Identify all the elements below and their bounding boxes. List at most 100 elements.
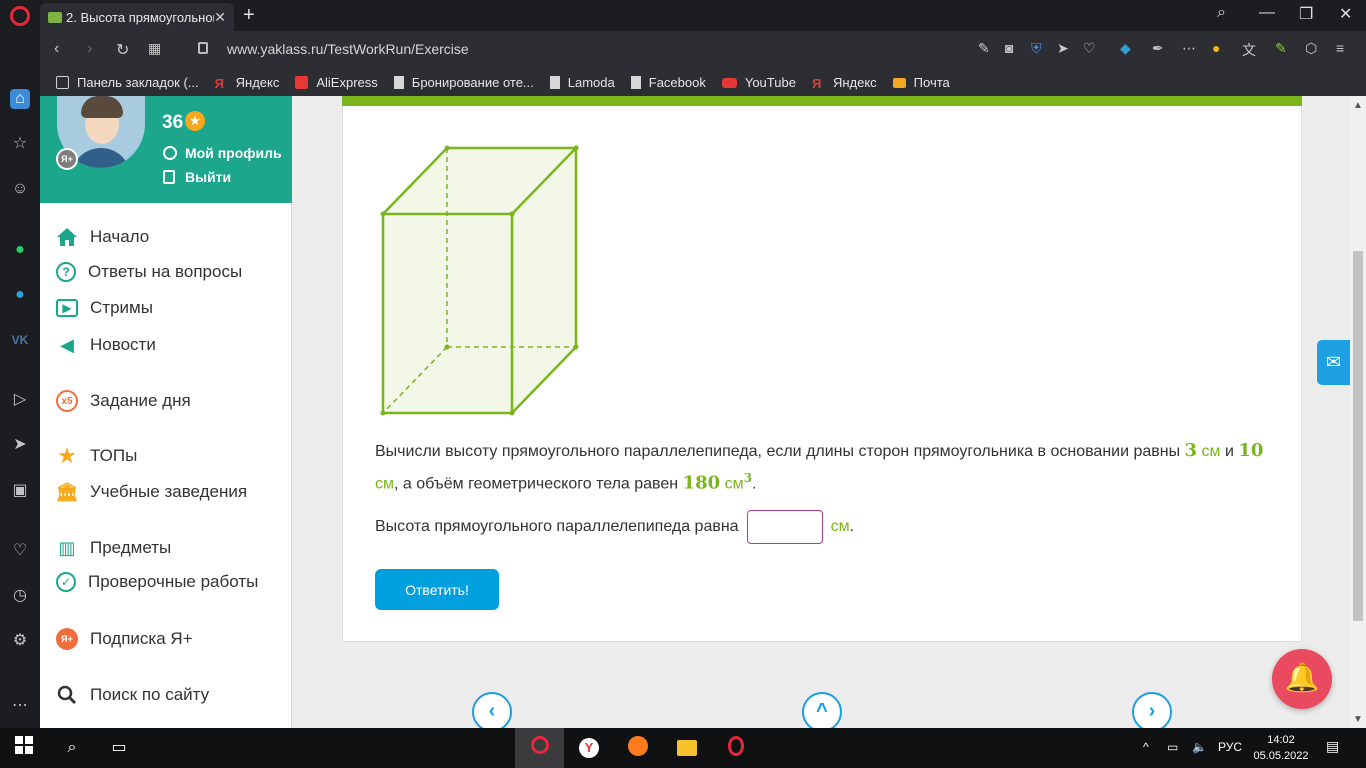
search-tabs-icon[interactable]: ⌕: [1217, 4, 1226, 22]
coin-icon[interactable]: ●: [1212, 40, 1220, 56]
vk-icon[interactable]: VK: [10, 330, 30, 350]
new-tab-icon[interactable]: +: [243, 4, 255, 27]
more-icon[interactable]: ⋯: [10, 696, 30, 716]
cube-icon[interactable]: ⬡: [1305, 40, 1317, 57]
next-exercise-button[interactable]: ›: [1132, 692, 1172, 728]
value-b: 10: [1238, 440, 1264, 461]
star-icon[interactable]: ☆: [10, 134, 30, 154]
forward-icon[interactable]: ›: [87, 40, 92, 58]
scroll-down-icon[interactable]: ▼: [1353, 714, 1363, 725]
send-icon[interactable]: ➤: [10, 435, 30, 455]
menu-item-subscription[interactable]: Я+ Подписка Я+: [56, 628, 193, 650]
menu-item-home[interactable]: Начало: [56, 226, 149, 248]
url-field[interactable]: www.yaklass.ru/TestWorkRun/Exercise: [227, 41, 469, 57]
opera-app-icon[interactable]: [528, 736, 552, 760]
opera-logo-icon[interactable]: [10, 6, 30, 26]
whatsapp-icon[interactable]: ●: [10, 240, 30, 260]
answer-input[interactable]: [746, 510, 823, 544]
close-window-icon[interactable]: ✕: [1339, 4, 1352, 24]
bookmark-item[interactable]: YouTube: [721, 75, 796, 90]
camera-icon[interactable]: ◙: [1005, 40, 1013, 56]
bookmark-item[interactable]: Lamoda: [549, 75, 615, 90]
more-icon[interactable]: ⋯: [1182, 40, 1196, 57]
bookmark-item[interactable]: Бронирование оте...: [393, 75, 534, 90]
bookmarks-bar: Панель закладок (... Я Яндекс AliExpress …: [40, 69, 1366, 96]
network-icon[interactable]: ▭: [1167, 740, 1178, 754]
task-view-icon[interactable]: ▭: [107, 736, 131, 760]
mail-button[interactable]: ✉: [1317, 340, 1350, 385]
ya-plus-badge: Я+: [56, 148, 78, 170]
edit-icon[interactable]: ✎: [978, 40, 990, 57]
gear-icon[interactable]: ⚙: [10, 631, 30, 651]
menu-item-schools[interactable]: 🏛 Учебные заведения: [56, 481, 248, 503]
answer-unit: см: [830, 518, 850, 535]
heart-icon[interactable]: ♡: [10, 541, 30, 561]
menu-lines-icon[interactable]: ≡: [1336, 40, 1344, 56]
menu-item-tests[interactable]: ✓ Проверочные работы: [56, 572, 258, 592]
translate-icon[interactable]: 文: [1242, 40, 1256, 60]
book-icon: ▥: [58, 537, 76, 558]
extension-icon[interactable]: ◆: [1120, 40, 1131, 57]
book-favicon-icon: [48, 11, 62, 23]
home-icon[interactable]: ⌂: [10, 89, 30, 109]
notifications-bell-button[interactable]: 🔔: [1272, 649, 1332, 709]
bookmark-item[interactable]: AliExpress: [295, 75, 378, 90]
submit-button[interactable]: Ответить!: [375, 569, 499, 610]
exercise-card: Вычисли высоту прямоугольного параллелеп…: [342, 96, 1302, 642]
close-tab-icon[interactable]: ✕: [214, 9, 226, 26]
telegram-icon[interactable]: ●: [10, 285, 30, 305]
home-icon: [56, 226, 78, 248]
logout-link[interactable]: Выйти: [163, 169, 231, 185]
reload-icon[interactable]: ↻: [116, 40, 129, 60]
door-icon: [163, 170, 175, 184]
restore-icon[interactable]: ❐: [1299, 4, 1313, 24]
file-explorer-icon[interactable]: [675, 736, 699, 760]
tray-chevron-icon[interactable]: ^: [1143, 740, 1149, 754]
minimize-icon[interactable]: —: [1259, 4, 1275, 22]
history-icon[interactable]: ◷: [10, 586, 30, 606]
bookmark-item[interactable]: Панель закладок (...: [56, 75, 199, 90]
bookmark-item[interactable]: Почта: [892, 75, 950, 90]
player-icon[interactable]: ▷: [10, 390, 30, 410]
bookmark-item[interactable]: Facebook: [630, 75, 706, 90]
menu-item-news[interactable]: ◀ Новости: [56, 334, 156, 356]
pen-icon[interactable]: ✒: [1152, 40, 1164, 57]
menu-item-tops[interactable]: ★ ТОПы: [56, 443, 137, 468]
yandex-browser-icon[interactable]: Y: [577, 736, 601, 760]
back-icon[interactable]: ‹: [54, 40, 59, 58]
menu-item-search[interactable]: Поиск по сайту: [56, 684, 209, 706]
prev-exercise-button[interactable]: ‹: [472, 692, 512, 728]
windows-start-icon[interactable]: [12, 736, 36, 760]
opera-gx-icon[interactable]: [724, 736, 748, 760]
page-icon: [549, 76, 560, 89]
my-profile-link[interactable]: Мой профиль: [163, 145, 282, 161]
page-scrollbar[interactable]: ▲ ▼: [1350, 96, 1366, 728]
bookmark-item[interactable]: Я Яндекс: [215, 75, 280, 91]
address-bar: ‹ › ↻ ▦ www.yaklass.ru/TestWorkRun/Exerc…: [40, 31, 1366, 69]
clock[interactable]: 14:02 05.05.2022: [1253, 732, 1309, 764]
browser-tab[interactable]: 2. Высота прямоугольного ✕: [40, 3, 234, 31]
scroll-up-icon[interactable]: ▲: [1353, 100, 1363, 111]
bookmark-item[interactable]: Я Яндекс: [812, 75, 877, 91]
menu-item-subjects[interactable]: ▥ Предметы: [56, 537, 171, 559]
heart-icon[interactable]: ♡: [1083, 40, 1096, 57]
volume-icon[interactable]: 🔈: [1192, 740, 1207, 754]
wallet-icon[interactable]: ▣: [10, 481, 30, 501]
brush-icon[interactable]: ✎: [1275, 40, 1287, 57]
megaphone-icon: ◀: [60, 334, 74, 355]
smile-icon[interactable]: ☺: [10, 179, 30, 199]
menu-item-answers[interactable]: ? Ответы на вопросы: [56, 262, 242, 282]
send-icon[interactable]: ➤: [1057, 40, 1069, 57]
up-button[interactable]: ^: [802, 692, 842, 728]
shield-icon[interactable]: ⛨: [1031, 40, 1042, 57]
menu-item-task-of-day[interactable]: x5 Задание дня: [56, 390, 191, 412]
notifications-icon[interactable]: ▤: [1326, 738, 1339, 755]
firefox-icon[interactable]: [626, 736, 650, 760]
menu-item-streams[interactable]: ▶ Стримы: [56, 298, 153, 318]
language-indicator[interactable]: РУС: [1218, 740, 1242, 754]
answer-label: Высота прямоугольного параллелепипеда ра…: [375, 518, 739, 535]
scrollbar-thumb[interactable]: [1353, 251, 1363, 621]
search-icon[interactable]: ⌕: [60, 736, 84, 760]
ya-plus-icon: Я+: [56, 628, 78, 650]
tabs-grid-icon[interactable]: ▦: [148, 40, 161, 57]
